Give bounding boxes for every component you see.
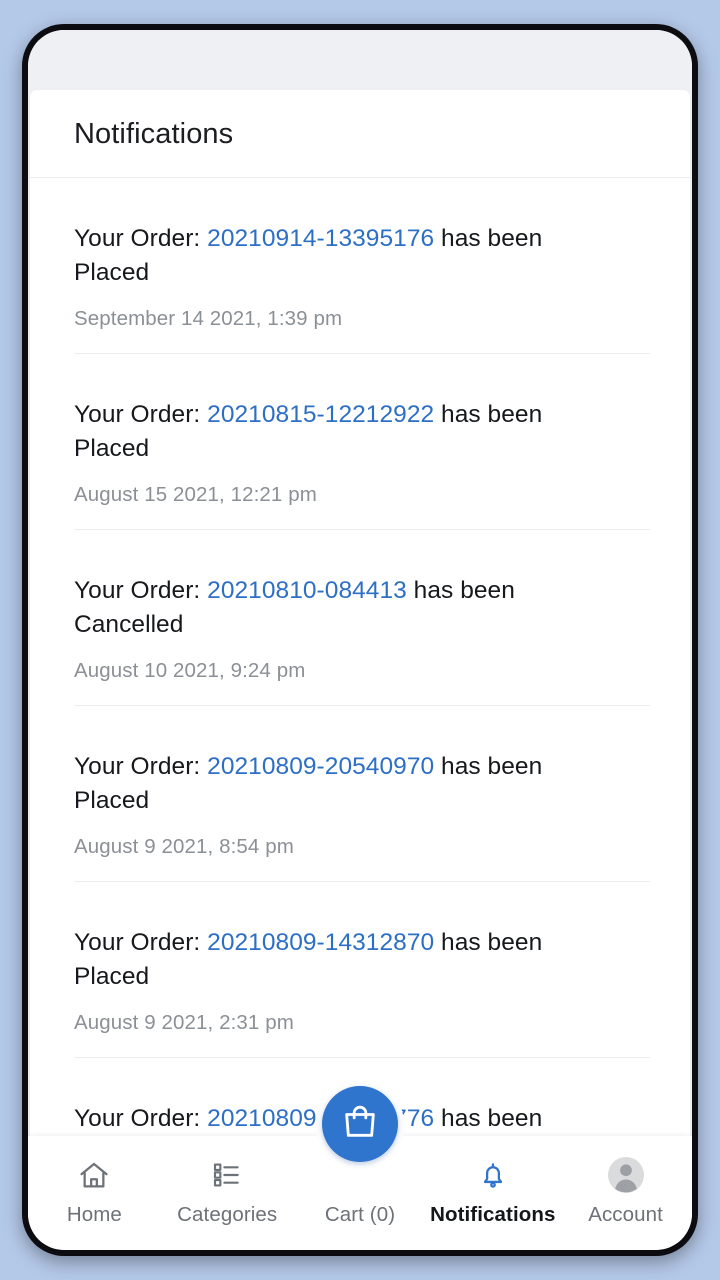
order-id-link[interactable]: 20210809-14312870 xyxy=(207,929,434,956)
notification-message: Your Order: 20210809-14312870 has been P… xyxy=(74,926,574,994)
notifications-card: Notifications Your Order: 20210914-13395… xyxy=(30,90,690,1136)
message-prefix: Your Order: xyxy=(74,929,208,957)
list-item[interactable]: Your Order: 20210815-12212922 has been P… xyxy=(74,354,650,531)
list-item[interactable]: Your Order: 20210810-084413 has been Can… xyxy=(74,530,650,707)
avatar-icon xyxy=(607,1156,645,1194)
cart-fab-ring xyxy=(316,1080,404,1168)
message-prefix: Your Order: xyxy=(74,225,208,252)
card-header: Notifications xyxy=(30,90,690,178)
nav-label-notifications: Notifications xyxy=(430,1203,556,1226)
list-icon xyxy=(211,1156,243,1194)
list-item[interactable]: Your Order: 20210809-14312870 has been P… xyxy=(74,882,650,1059)
bell-icon xyxy=(477,1156,509,1194)
notifications-list: Your Order: 20210914-13395176 has been P… xyxy=(30,178,690,1136)
notification-message: Your Order: 20210809-20540970 has been P… xyxy=(74,750,574,818)
order-id-link[interactable]: 20210810-084413 xyxy=(207,577,407,604)
notification-timestamp: September 14 2021, 1:39 pm xyxy=(74,307,343,331)
notification-message: Your Order: 20210810-084413 has been Can… xyxy=(74,574,574,642)
list-item[interactable]: Your Order: 20210809-20540970 has been P… xyxy=(74,706,650,883)
notification-timestamp: August 15 2021, 12:21 pm xyxy=(74,483,317,507)
order-id-link[interactable]: 20210914-13395176 xyxy=(207,225,434,252)
phone-frame: Notifications Your Order: 20210914-13395… xyxy=(22,24,698,1256)
nav-item-account[interactable]: Account xyxy=(559,1156,692,1227)
notification-message: Your Order: 20210914-13395176 has been P… xyxy=(74,222,574,290)
nav-item-categories[interactable]: Categories xyxy=(161,1156,294,1227)
nav-label-categories: Categories xyxy=(177,1203,278,1226)
nav-label-home: Home xyxy=(66,1203,122,1226)
nav-label-account: Account xyxy=(588,1203,663,1226)
phone-screen: Notifications Your Order: 20210914-13395… xyxy=(28,30,692,1250)
order-id-link[interactable]: 20210809-20540970 xyxy=(207,753,434,780)
page-title: Notifications xyxy=(74,118,234,150)
notification-timestamp: August 9 2021, 8:54 pm xyxy=(74,835,294,859)
notification-timestamp: August 10 2021, 9:24 pm xyxy=(74,659,306,683)
message-prefix: Your Order: xyxy=(74,577,208,605)
message-prefix: Your Order: xyxy=(74,753,208,781)
scroll-area[interactable]: Notifications Your Order: 20210914-13395… xyxy=(28,30,692,1136)
nav-label-cart: Cart (0) xyxy=(324,1203,396,1226)
home-icon xyxy=(77,1156,111,1194)
nav-item-notifications[interactable]: Notifications xyxy=(426,1156,559,1227)
order-id-link[interactable]: 20210815-12212922 xyxy=(207,401,434,428)
nav-item-home[interactable]: Home xyxy=(28,1156,161,1227)
cart-fab-button[interactable] xyxy=(322,1086,398,1162)
shopping-bag-icon xyxy=(340,1102,380,1147)
message-prefix: Your Order: xyxy=(74,1105,208,1133)
list-item[interactable]: Your Order: 20210914-13395176 has been P… xyxy=(74,178,650,355)
notification-message: Your Order: 20210815-12212922 has been P… xyxy=(74,398,574,466)
message-prefix: Your Order: xyxy=(74,401,208,429)
notification-timestamp: August 9 2021, 2:31 pm xyxy=(74,1011,294,1035)
